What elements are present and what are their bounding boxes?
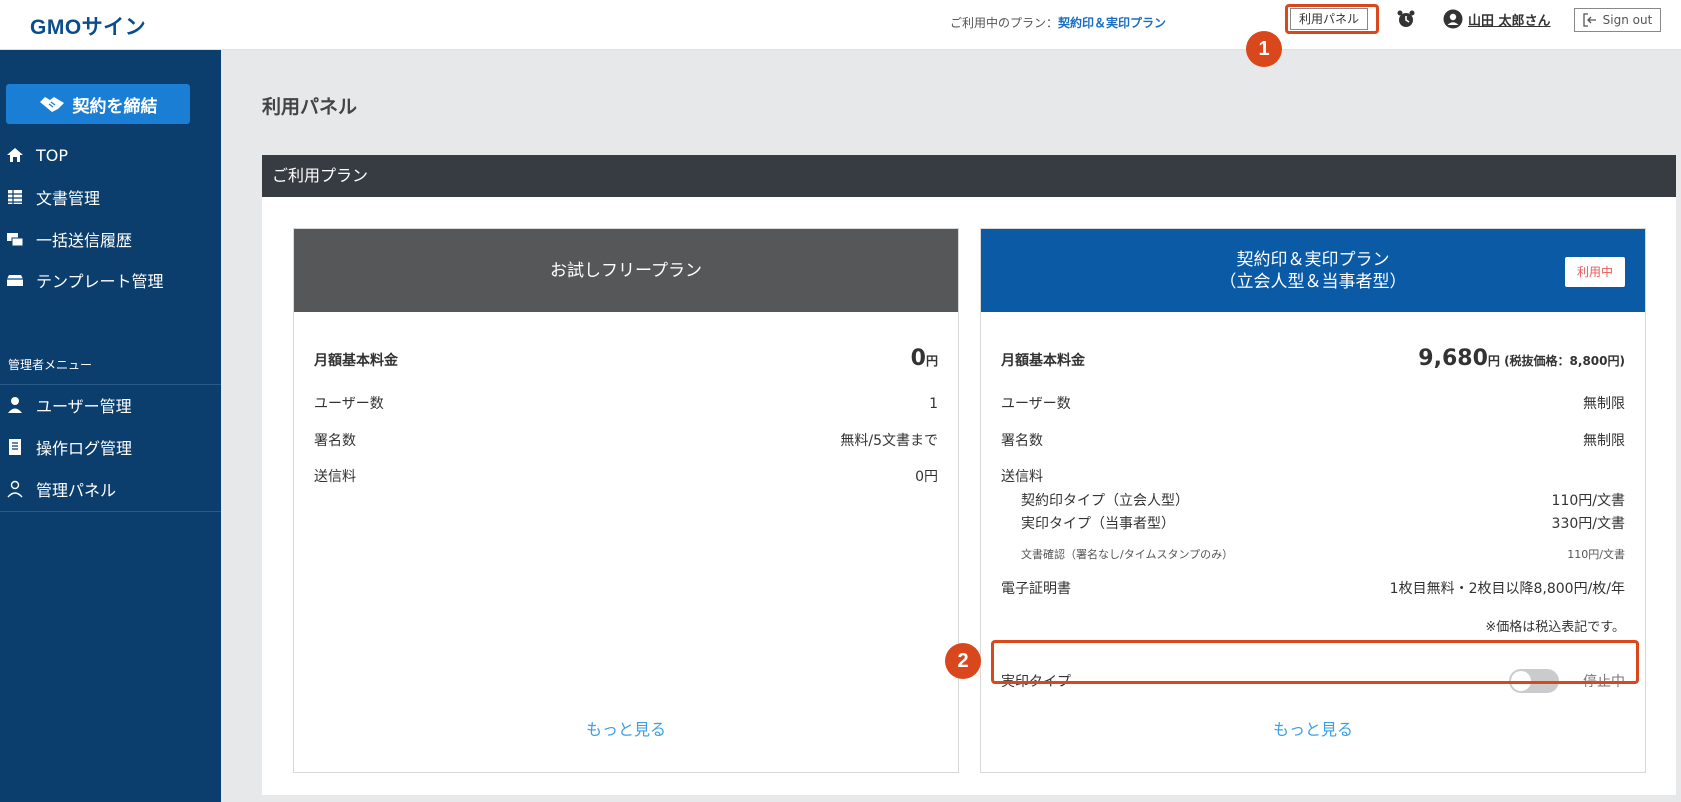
user-icon <box>8 397 22 413</box>
fee-item-label: 実印タイプ（当事者型） <box>1021 516 1175 532</box>
document-confirm-value: 110円/文書 <box>1567 548 1625 561</box>
active-status-badge: 利用中 <box>1564 257 1625 287</box>
users-label: ユーザー数 <box>314 396 384 412</box>
users-label: ユーザー数 <box>1001 396 1071 412</box>
log-icon <box>9 439 21 455</box>
signatures-value: 無制限 <box>1583 433 1625 449</box>
sidebar-item-bulk-send-history[interactable]: 一括送信履歴 <box>0 223 221 255</box>
fee-item-row: 契約印タイプ（立会人型） 110円/文書 <box>1021 490 1625 510</box>
admin-menu-heading: 管理者メニュー <box>8 358 93 372</box>
send-fee-label: 送信料 <box>1001 469 1043 485</box>
monthly-fee-value: 0円 <box>910 346 938 371</box>
signatures-label: 署名数 <box>1001 433 1043 449</box>
gmo-sign-logo[interactable]: GMOサイン <box>30 11 146 41</box>
sidebar-item-documents[interactable]: 文書管理 <box>0 181 221 213</box>
admin-panel-icon <box>7 480 23 498</box>
document-confirm-row: 文書確認（署名なし/タイムスタンプのみ） 110円/文書 <box>1021 546 1625 562</box>
certificate-row: 電子証明書 1枚目無料・2枚目以降8,800円/枚/年 <box>1001 578 1625 598</box>
sidebar-item-label: TOP <box>36 145 69 165</box>
free-plan-header: お試しフリープラン <box>294 229 958 312</box>
certificate-value: 1枚目無料・2枚目以降8,800円/枚/年 <box>1389 581 1625 597</box>
plan-prefix: ご利用中のプラン： <box>950 16 1059 30</box>
paid-plan-more-link[interactable]: もっと見る <box>981 716 1645 740</box>
fee-item-row: 実印タイプ（当事者型） 330円/文書 <box>1021 513 1625 533</box>
users-row: ユーザー数 無制限 <box>1001 393 1625 413</box>
sidebar-item-top[interactable]: TOP <box>0 139 221 171</box>
sidebar-item-label: 文書管理 <box>36 189 101 208</box>
signatures-value: 無料/5文書まで <box>840 433 938 449</box>
sidebar-item-label: 操作ログ管理 <box>36 439 133 458</box>
free-plan-title: お試しフリープラン <box>550 260 702 281</box>
callout-badge-2: 2 <box>945 643 981 679</box>
template-icon <box>7 275 23 286</box>
document-list-icon <box>8 190 22 204</box>
sidebar-item-user-management[interactable]: ユーザー管理 <box>0 389 221 421</box>
sign-out-button[interactable]: Sign out <box>1574 8 1661 32</box>
current-plan-info: ご利用中のプラン：契約印＆実印プラン <box>950 14 1166 31</box>
sidebar-divider <box>0 511 221 512</box>
home-icon <box>7 148 23 162</box>
sidebar: 契約を締結 TOP 文書管理 一括送信履歴 テンプレート管理 管理者メニュー ユ… <box>0 50 221 802</box>
sidebar-item-log-management[interactable]: 操作ログ管理 <box>0 431 221 463</box>
paid-plan-header: 契約印＆実印プラン （立会人型＆当事者型） 利用中 <box>981 229 1645 312</box>
user-avatar-icon[interactable] <box>1443 9 1463 29</box>
monthly-fee-row: 月額基本料金 0円 <box>314 346 938 371</box>
sidebar-item-label: テンプレート管理 <box>36 272 164 291</box>
signatures-row: 署名数 無制限 <box>1001 430 1625 450</box>
page-title: 利用パネル <box>262 96 358 118</box>
sign-out-icon <box>1583 13 1596 27</box>
sidebar-item-label: 一括送信履歴 <box>36 231 133 250</box>
signatures-label: 署名数 <box>314 433 356 449</box>
fee-item-label: 契約印タイプ（立会人型） <box>1021 493 1189 509</box>
sign-out-label: Sign out <box>1602 13 1653 27</box>
send-fee-row: 送信料 <box>1001 466 1625 486</box>
sidebar-divider <box>0 384 221 385</box>
fee-item-value: 330円/文書 <box>1551 516 1625 532</box>
free-plan-card: お試しフリープラン 月額基本料金 0円 ユーザー数 1 署名数 無料/5文書まで… <box>293 228 959 773</box>
sidebar-item-templates[interactable]: テンプレート管理 <box>0 264 221 296</box>
certificate-label: 電子証明書 <box>1001 581 1071 597</box>
panel-header: ご利用プラン <box>262 155 1676 197</box>
send-fee-label: 送信料 <box>314 469 356 485</box>
handshake-icon <box>39 97 64 112</box>
monthly-fee-label: 月額基本料金 <box>1001 353 1085 369</box>
document-confirm-label: 文書確認（署名なし/タイムスタンプのみ） <box>1021 548 1234 561</box>
users-value: 1 <box>929 396 938 412</box>
fee-item-value: 110円/文書 <box>1551 493 1625 509</box>
sidebar-item-label: ユーザー管理 <box>36 397 132 416</box>
paid-plan-subtitle: （立会人型＆当事者型） <box>1219 271 1407 292</box>
callout-badge-1: 1 <box>1246 31 1282 67</box>
monthly-fee-row: 月額基本料金 9,680円 (税抜価格：8,800円) <box>1001 346 1625 371</box>
monthly-fee-label: 月額基本料金 <box>314 353 398 369</box>
tax-note: ※価格は税込表記です。 <box>1485 620 1625 635</box>
users-value: 無制限 <box>1583 396 1625 412</box>
user-name-link[interactable]: 山田 太郎さん <box>1468 10 1551 29</box>
monthly-fee-value: 9,680円 (税抜価格：8,800円) <box>1418 346 1625 371</box>
sidebar-item-admin-panel[interactable]: 管理パネル <box>0 473 221 505</box>
paid-plan-card: 契約印＆実印プラン （立会人型＆当事者型） 利用中 月額基本料金 9,680円 … <box>980 228 1646 773</box>
send-fee-row: 送信料 0円 <box>314 466 938 486</box>
current-plan-name[interactable]: 契約印＆実印プラン <box>1058 16 1166 30</box>
sign-contract-button[interactable]: 契約を締結 <box>6 84 190 124</box>
sign-contract-label: 契約を締結 <box>72 96 158 117</box>
paid-plan-title: 契約印＆実印プラン <box>1236 249 1390 270</box>
send-fee-value: 0円 <box>915 469 938 485</box>
alarm-clock-icon[interactable] <box>1396 9 1416 29</box>
callout-highlight-2 <box>991 640 1639 684</box>
signatures-row: 署名数 無料/5文書まで <box>314 430 938 450</box>
free-plan-more-link[interactable]: もっと見る <box>294 716 958 740</box>
users-row: ユーザー数 1 <box>314 393 938 413</box>
top-header: GMOサイン ご利用中のプラン：契約印＆実印プラン 利用パネル 山田 太郎さん … <box>0 0 1681 50</box>
sidebar-item-label: 管理パネル <box>36 481 117 500</box>
callout-highlight-1 <box>1285 4 1379 34</box>
bulk-send-icon <box>7 233 24 247</box>
